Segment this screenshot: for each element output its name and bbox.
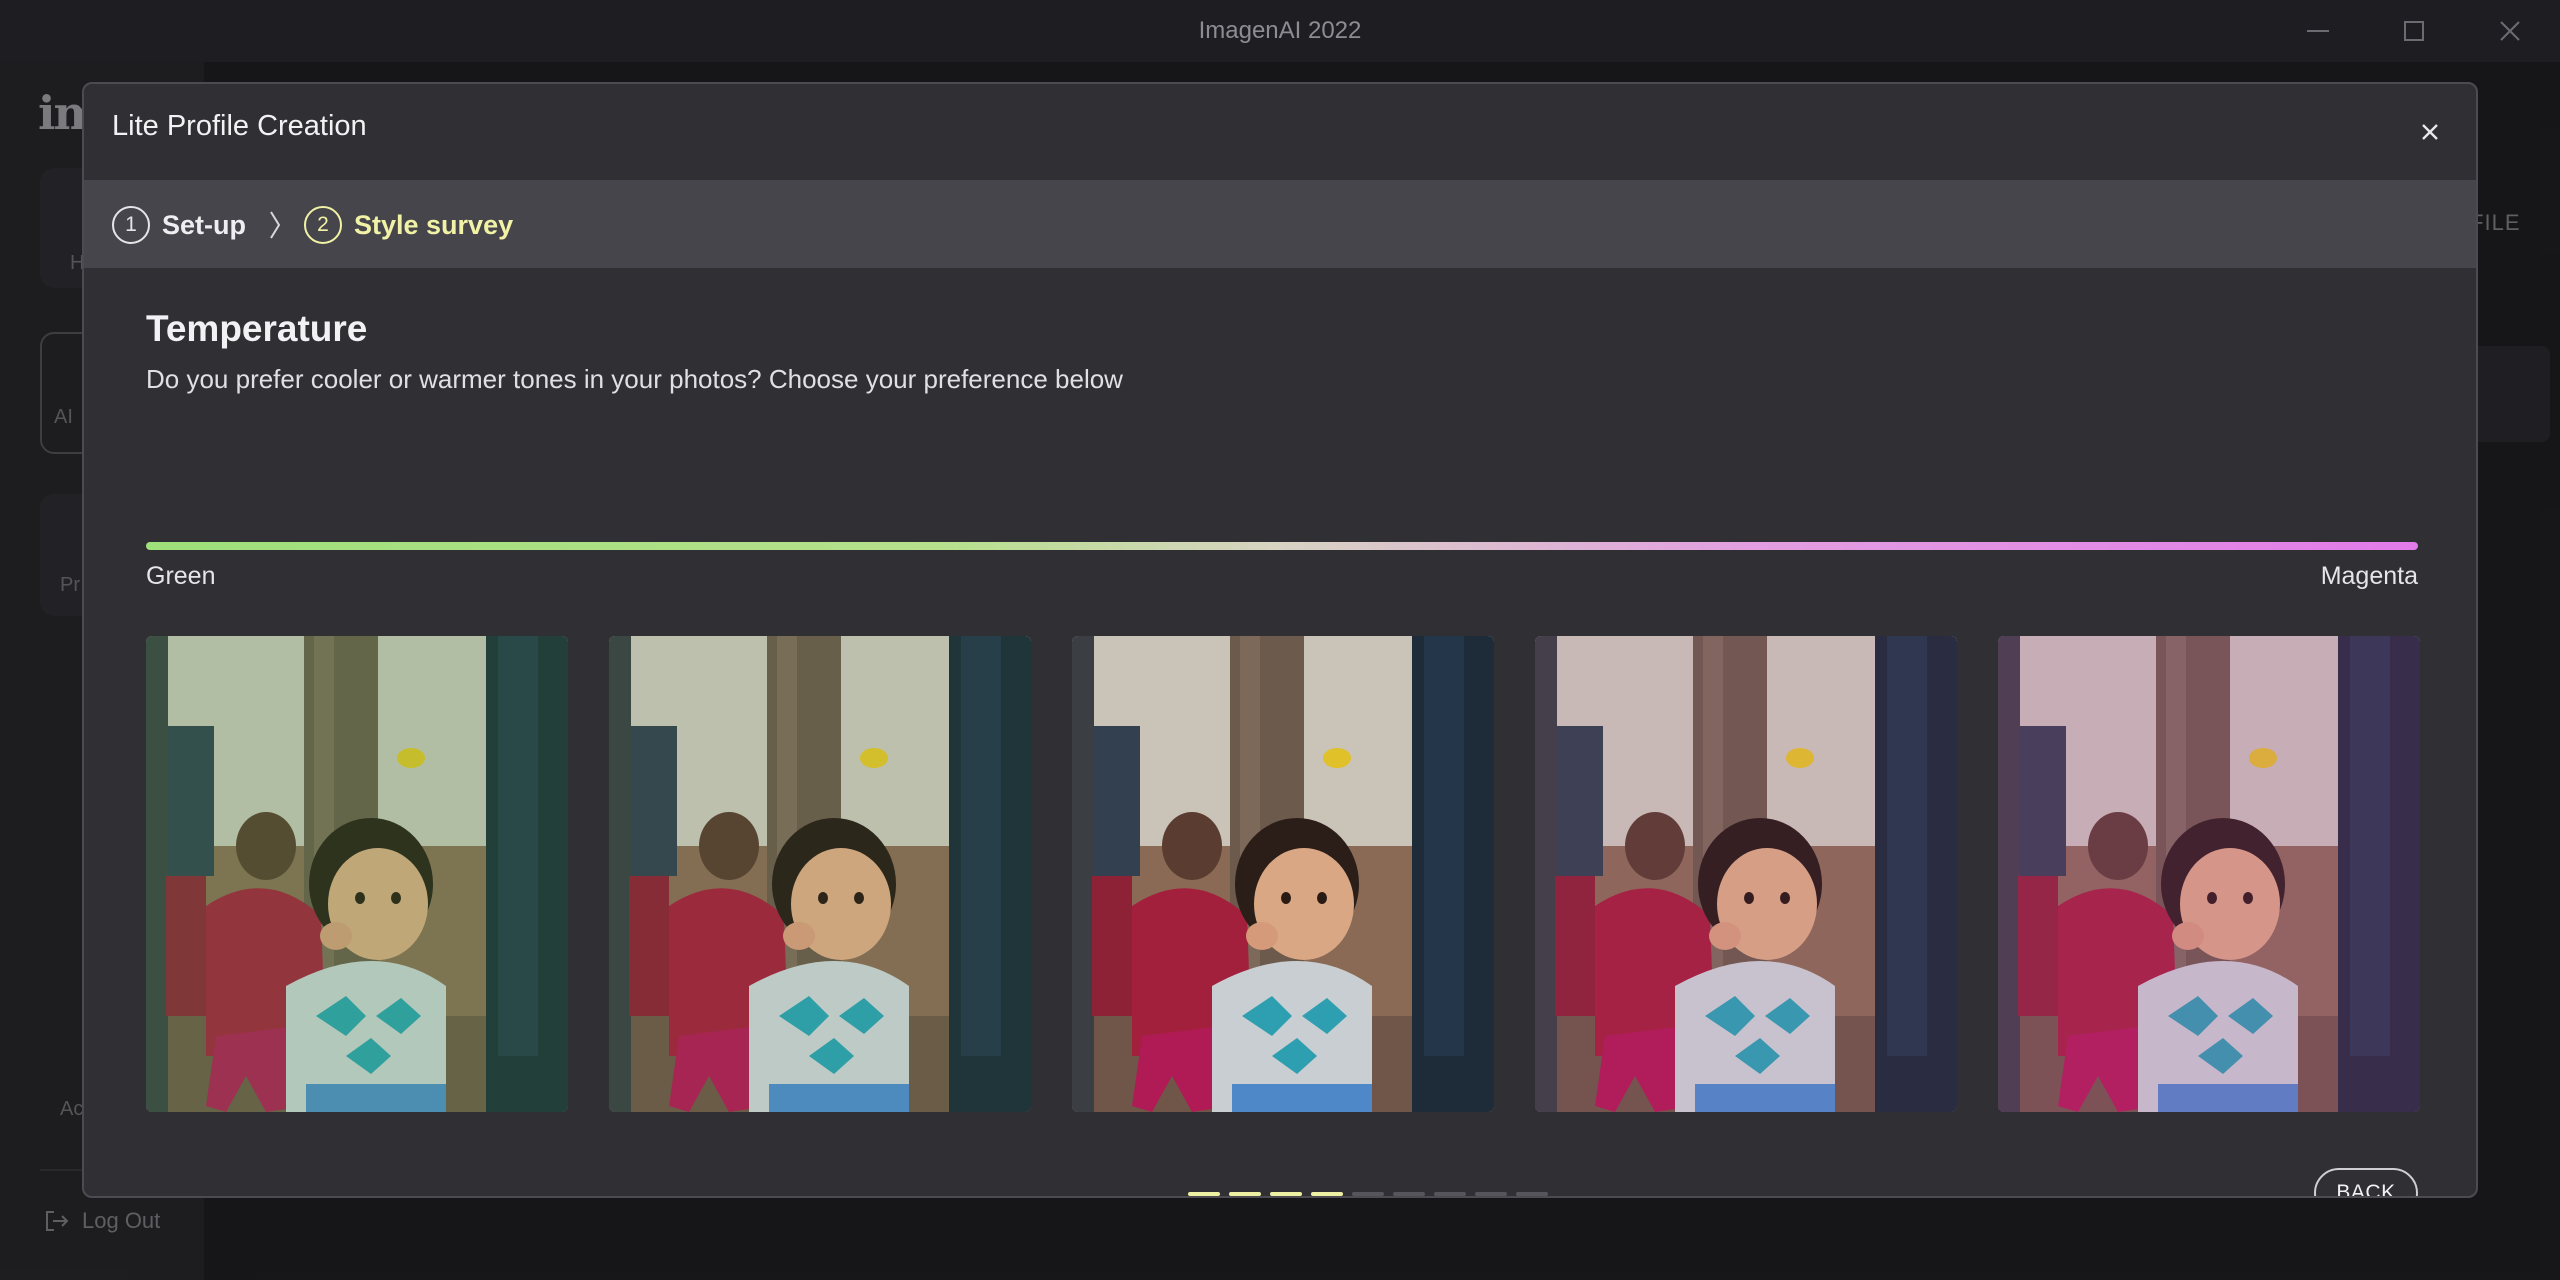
question-description: Do you prefer cooler or warmer tones in …: [146, 364, 1123, 394]
photo-option[interactable]: [609, 636, 1031, 1112]
temperature-scale-bar: [146, 542, 2418, 550]
progress-step-complete: [1311, 1192, 1343, 1196]
progress-step-complete: [1229, 1192, 1261, 1196]
modal-title: Lite Profile Creation: [112, 110, 367, 142]
window-close-button[interactable]: [2462, 0, 2558, 62]
close-icon: [2500, 21, 2520, 41]
progress-step-complete: [1188, 1192, 1220, 1196]
step-label: Set-up: [162, 209, 246, 240]
survey-progress: [1188, 1192, 1548, 1196]
portrait-image: [146, 636, 568, 1112]
photo-option[interactable]: [1998, 636, 2420, 1112]
step-number: 2: [304, 206, 342, 244]
step-label: Style survey: [354, 209, 514, 240]
modal-close-button[interactable]: [2410, 112, 2450, 152]
portrait-image: [1072, 636, 1494, 1112]
scale-right-label: Magenta: [2320, 562, 2418, 590]
stepper: 1 Set-up 2 Style survey: [84, 182, 2476, 268]
photo-option[interactable]: [1535, 636, 1957, 1112]
question-title: Temperature: [146, 308, 368, 349]
portrait-image: [1535, 636, 1957, 1112]
photo-option[interactable]: [1072, 636, 1494, 1112]
photo-options: [146, 636, 2420, 1112]
scale-left-label: Green: [146, 562, 216, 590]
window-titlebar: ImagenAI 2022: [0, 0, 2560, 62]
progress-step-pending: [1352, 1192, 1384, 1196]
minimize-button[interactable]: [2270, 0, 2366, 62]
maximize-icon: [2404, 21, 2424, 41]
lite-profile-modal: Lite Profile Creation 1 Set-up 2 Style s…: [82, 82, 2478, 1198]
progress-step-complete: [1270, 1192, 1302, 1196]
step-number: 1: [112, 206, 150, 244]
chevron-right-icon: [268, 210, 282, 240]
step-style-survey[interactable]: 2 Style survey: [304, 206, 513, 244]
progress-step-pending: [1434, 1192, 1466, 1196]
progress-step-pending: [1475, 1192, 1507, 1196]
step-setup[interactable]: 1 Set-up: [112, 206, 246, 244]
progress-step-pending: [1516, 1192, 1548, 1196]
close-icon: [2422, 124, 2438, 140]
back-button[interactable]: BACK: [2314, 1168, 2418, 1196]
photo-option[interactable]: [146, 636, 568, 1112]
modal-header: Lite Profile Creation: [84, 84, 2476, 182]
maximize-button[interactable]: [2366, 0, 2462, 62]
window-title: ImagenAI 2022: [1198, 17, 1362, 44]
progress-step-pending: [1393, 1192, 1425, 1196]
portrait-image: [609, 636, 1031, 1112]
portrait-image: [1998, 636, 2420, 1112]
minimize-icon: [2307, 30, 2329, 32]
